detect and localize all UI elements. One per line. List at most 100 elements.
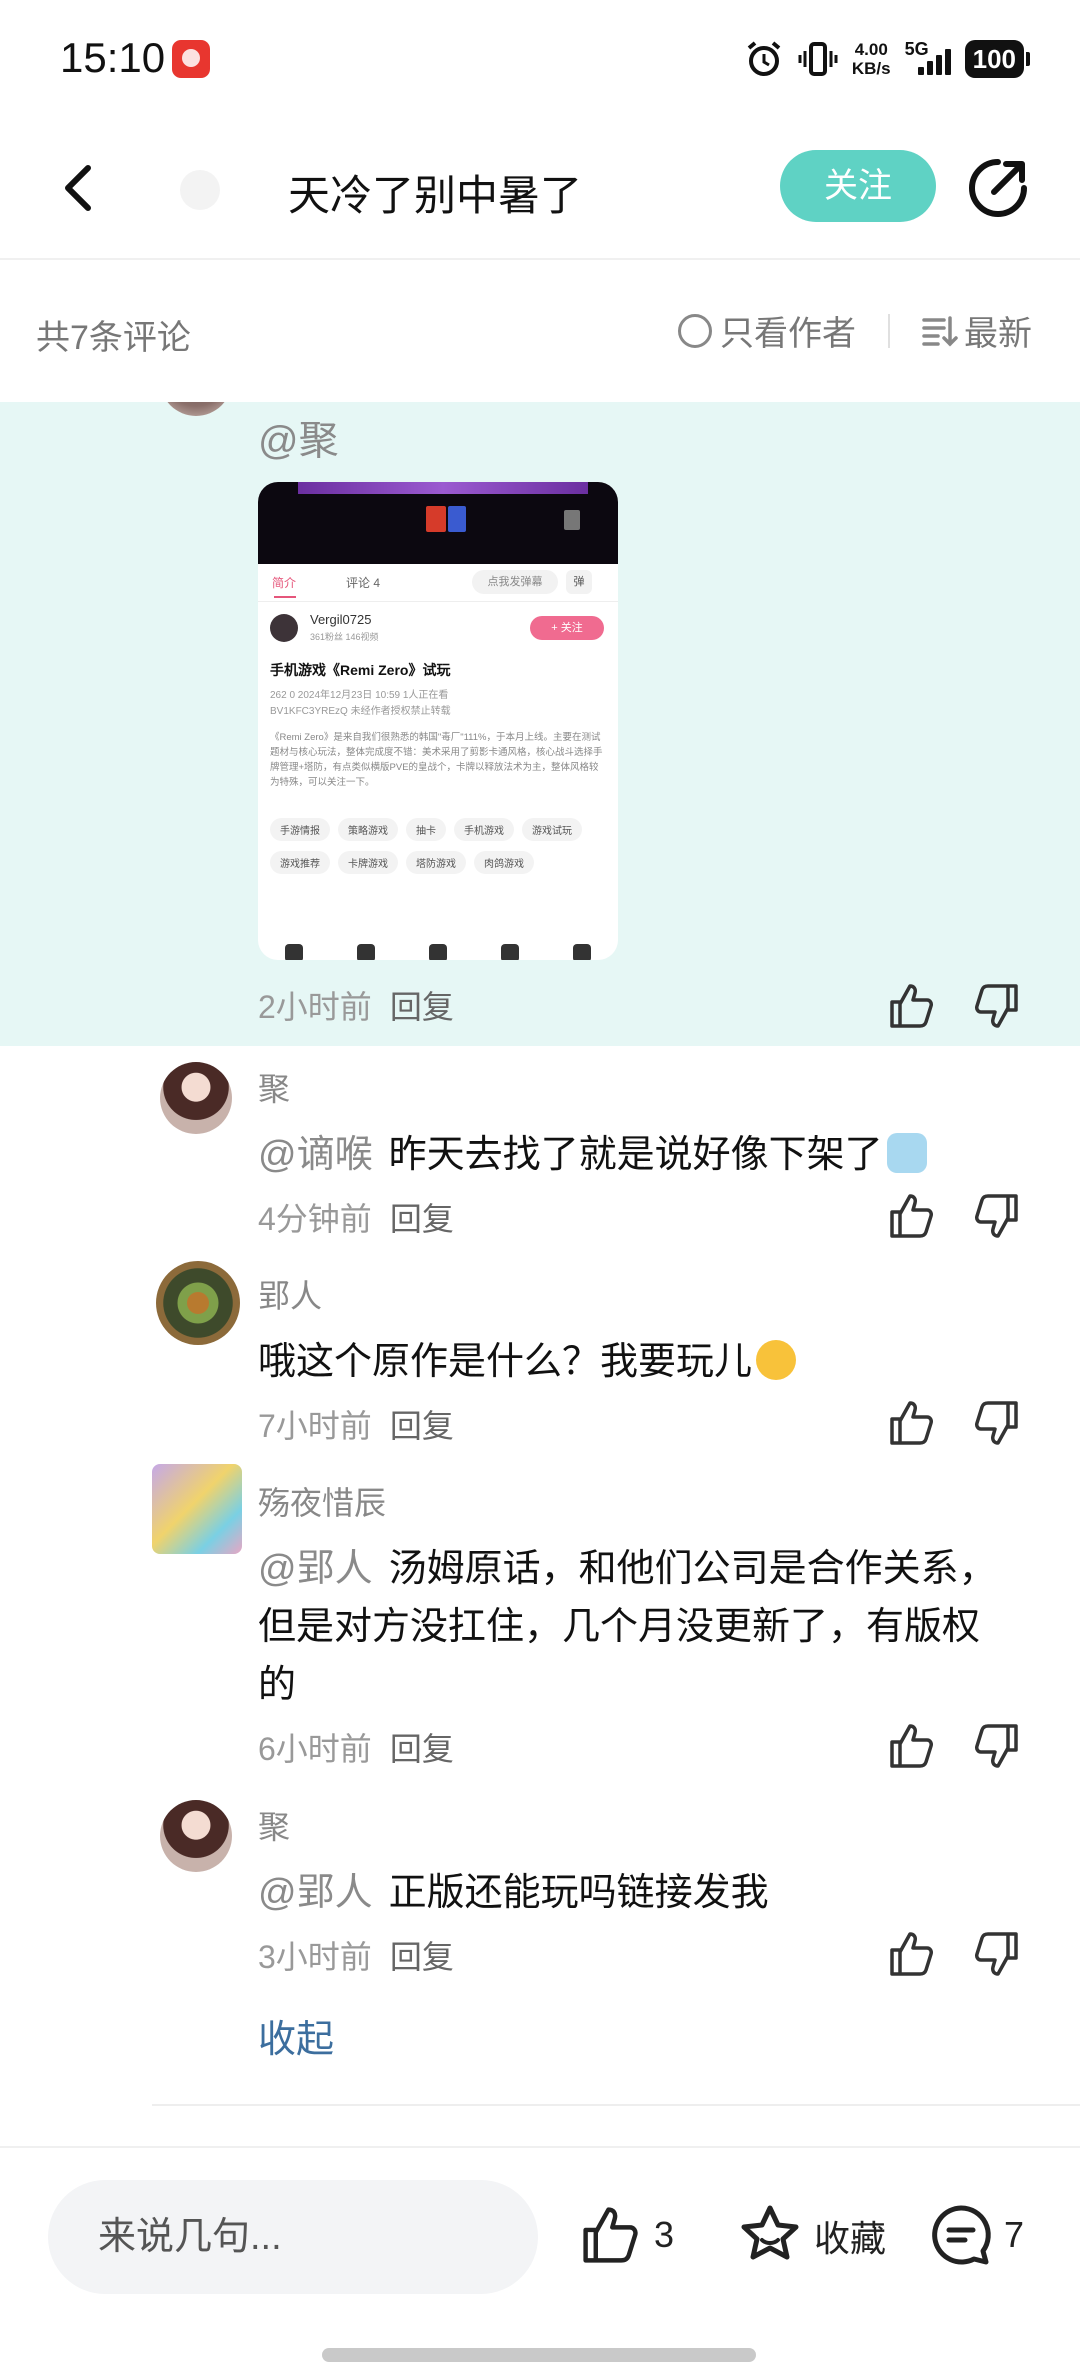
alarm-icon [747, 41, 781, 76]
reply-mention[interactable]: @聚 [258, 408, 339, 466]
reply-button[interactable]: 回复 [390, 1939, 454, 1975]
reply-content: 昨天去找了就是说好像下架了 [388, 1134, 883, 1176]
star-icon [741, 2205, 799, 2260]
author-avatar[interactable] [180, 170, 220, 210]
reply-meta: 3小时前 回复 [258, 1932, 454, 1978]
reply-content: 正版还能玩吗链接发我 [388, 1872, 769, 1914]
reply-text: @郢人 汤姆原话，和他们公司是合作关系，但是对方没扛住，几个月没更新了，有版权的 [258, 1540, 1008, 1714]
comment-button[interactable]: 7 [928, 2202, 1024, 2268]
filter-divider [888, 313, 890, 348]
video-stats-line: 262 0 2024年12月23日 10:59 1人正在看 [270, 690, 449, 701]
thumbs-up-icon[interactable] [886, 1720, 938, 1772]
divider [152, 2104, 1080, 2106]
video-preview [258, 482, 618, 564]
reply-meta: 4分钟前 回复 [258, 1194, 454, 1240]
home-indicator[interactable] [322, 2348, 756, 2362]
danmu-input: 点我发弹幕 [472, 570, 558, 594]
reply-meta: 7小时前 回复 [258, 1401, 454, 1447]
comment-input[interactable]: 来说几句... [48, 2180, 538, 2294]
reply-button[interactable]: 回复 [390, 1201, 454, 1237]
thumbs-down-icon[interactable] [970, 1928, 1022, 1980]
back-arrow-icon[interactable] [48, 156, 112, 220]
attached-screenshot[interactable]: 简介 评论 4 点我发弹幕 弹 Vergil0725 361粉丝 146视频 +… [258, 482, 618, 960]
reply-mention[interactable]: @郢人 [258, 1872, 373, 1914]
status-time: 15:10 [60, 34, 166, 81]
circle-icon[interactable] [678, 313, 712, 348]
like-count: 3 [654, 2214, 675, 2255]
thumbs-down-icon[interactable] [970, 980, 1022, 1032]
reply-text: @郢人 正版还能玩吗链接发我 [258, 1864, 1018, 1922]
status-bar: 15:10 4.00 KB/s 5G 100 [0, 0, 1080, 120]
thumbs-up-icon[interactable] [886, 1190, 938, 1242]
avatar[interactable] [160, 1800, 232, 1872]
tag: 手机游戏 [454, 818, 514, 841]
tab-intro: 简介 [272, 576, 297, 598]
thumbs-up-icon [583, 2207, 638, 2263]
battery-indicator: 100 [964, 40, 1031, 78]
reply-time: 3小时前 [258, 1939, 372, 1975]
signal-indicator: 5G [905, 39, 951, 79]
share-icon[interactable] [964, 154, 1032, 222]
thumbs-up-icon[interactable] [886, 1928, 938, 1980]
reply-time: 2小时前 [258, 989, 372, 1025]
author-only-toggle[interactable]: 只看作者 [720, 306, 856, 355]
reply-button[interactable]: 回复 [390, 1731, 454, 1767]
tag: 卡牌游戏 [338, 851, 398, 874]
avatar[interactable] [160, 1062, 232, 1134]
network-speed: 4.00 KB/s [852, 40, 891, 78]
video-tags: 手游情报 策略游戏 抽卡 手机游戏 游戏试玩 游戏推荐 卡牌游戏 塔防游戏 肉鸽… [270, 818, 610, 874]
comment-filters: 只看作者 最新 [678, 306, 1032, 355]
uploader-follow-button: + 关注 [530, 616, 604, 640]
sort-icon[interactable] [922, 314, 958, 348]
post-title: 天冷了别中暑了 [288, 172, 583, 219]
reply-author[interactable]: 郢人 [258, 1271, 322, 1317]
sort-latest[interactable]: 最新 [964, 306, 1032, 355]
reply-author[interactable]: 聚 [258, 1064, 290, 1110]
thumbs-down-icon[interactable] [970, 1397, 1022, 1449]
highlighted-reply: @聚 简介 评论 4 点我发弹幕 弹 Vergil0725 361粉丝 146视… [0, 402, 1080, 1046]
reply-time: 6小时前 [258, 1731, 372, 1767]
like-button[interactable]: 3 [578, 2202, 674, 2268]
collapse-replies-link[interactable]: 收起 [258, 2008, 334, 2063]
danmu-icon: 弹 [566, 570, 592, 594]
tag: 策略游戏 [338, 818, 398, 841]
reply-time: 7小时前 [258, 1408, 372, 1444]
status-indicators: 4.00 KB/s 5G 100 [744, 36, 1031, 82]
avatar[interactable] [156, 1261, 240, 1345]
bottom-action-bar: 来说几句... 3 收藏 7 [0, 2146, 1080, 2376]
favorite-button[interactable]: 收藏 [736, 2202, 886, 2270]
app-notification-icon [172, 40, 210, 78]
vibrate-icon [798, 42, 838, 76]
uploader-name: Vergil0725 [310, 612, 372, 627]
video-meta: 262 0 2024年12月23日 10:59 1人正在看 BV1KFC3YRE… [270, 688, 606, 720]
reply-text: @谪喉 昨天去找了就是说好像下架了 [258, 1126, 1018, 1184]
uploader-avatar [270, 614, 298, 642]
thumbs-down-icon[interactable] [970, 1190, 1022, 1242]
reply-author[interactable]: 聚 [258, 1802, 290, 1848]
screenshot-tabs: 简介 评论 4 点我发弹幕 弹 [258, 564, 618, 602]
reply-button[interactable]: 回复 [390, 1408, 454, 1444]
reply-button[interactable]: 回复 [390, 989, 454, 1025]
tag: 游戏推荐 [270, 851, 330, 874]
reply-mention[interactable]: @郢人 [258, 1548, 373, 1590]
video-bv-line: BV1KFC3YREzQ 未经作者授权禁止转载 [270, 706, 451, 717]
thumbs-up-icon[interactable] [886, 980, 938, 1032]
favorite-label: 收藏 [814, 2218, 887, 2259]
follow-button[interactable]: 关注 [780, 150, 936, 222]
reply-author[interactable]: 殇夜惜辰 [258, 1478, 386, 1524]
video-title: 手机游戏《Remi Zero》试玩 [270, 662, 451, 678]
avatar[interactable] [160, 402, 232, 416]
video-description: 《Remi Zero》是来自我们很熟悉的韩国"毒厂"111%，于本月上线。主要在… [270, 732, 603, 788]
thumbs-down-icon[interactable] [970, 1720, 1022, 1772]
signal-bars-icon [917, 49, 951, 75]
video-action-icons [258, 944, 618, 960]
speed-unit: KB/s [851, 59, 891, 78]
avatar[interactable] [152, 1464, 242, 1554]
reply-time: 4分钟前 [258, 1201, 372, 1237]
thumbs-up-icon[interactable] [886, 1397, 938, 1449]
comments-header: 共7条评论 只看作者 最新 [0, 262, 1080, 402]
tag: 游戏试玩 [522, 818, 582, 841]
tag: 手游情报 [270, 818, 330, 841]
reply-meta: 2小时前 回复 [258, 982, 454, 1028]
reply-mention[interactable]: @谪喉 [258, 1134, 373, 1176]
